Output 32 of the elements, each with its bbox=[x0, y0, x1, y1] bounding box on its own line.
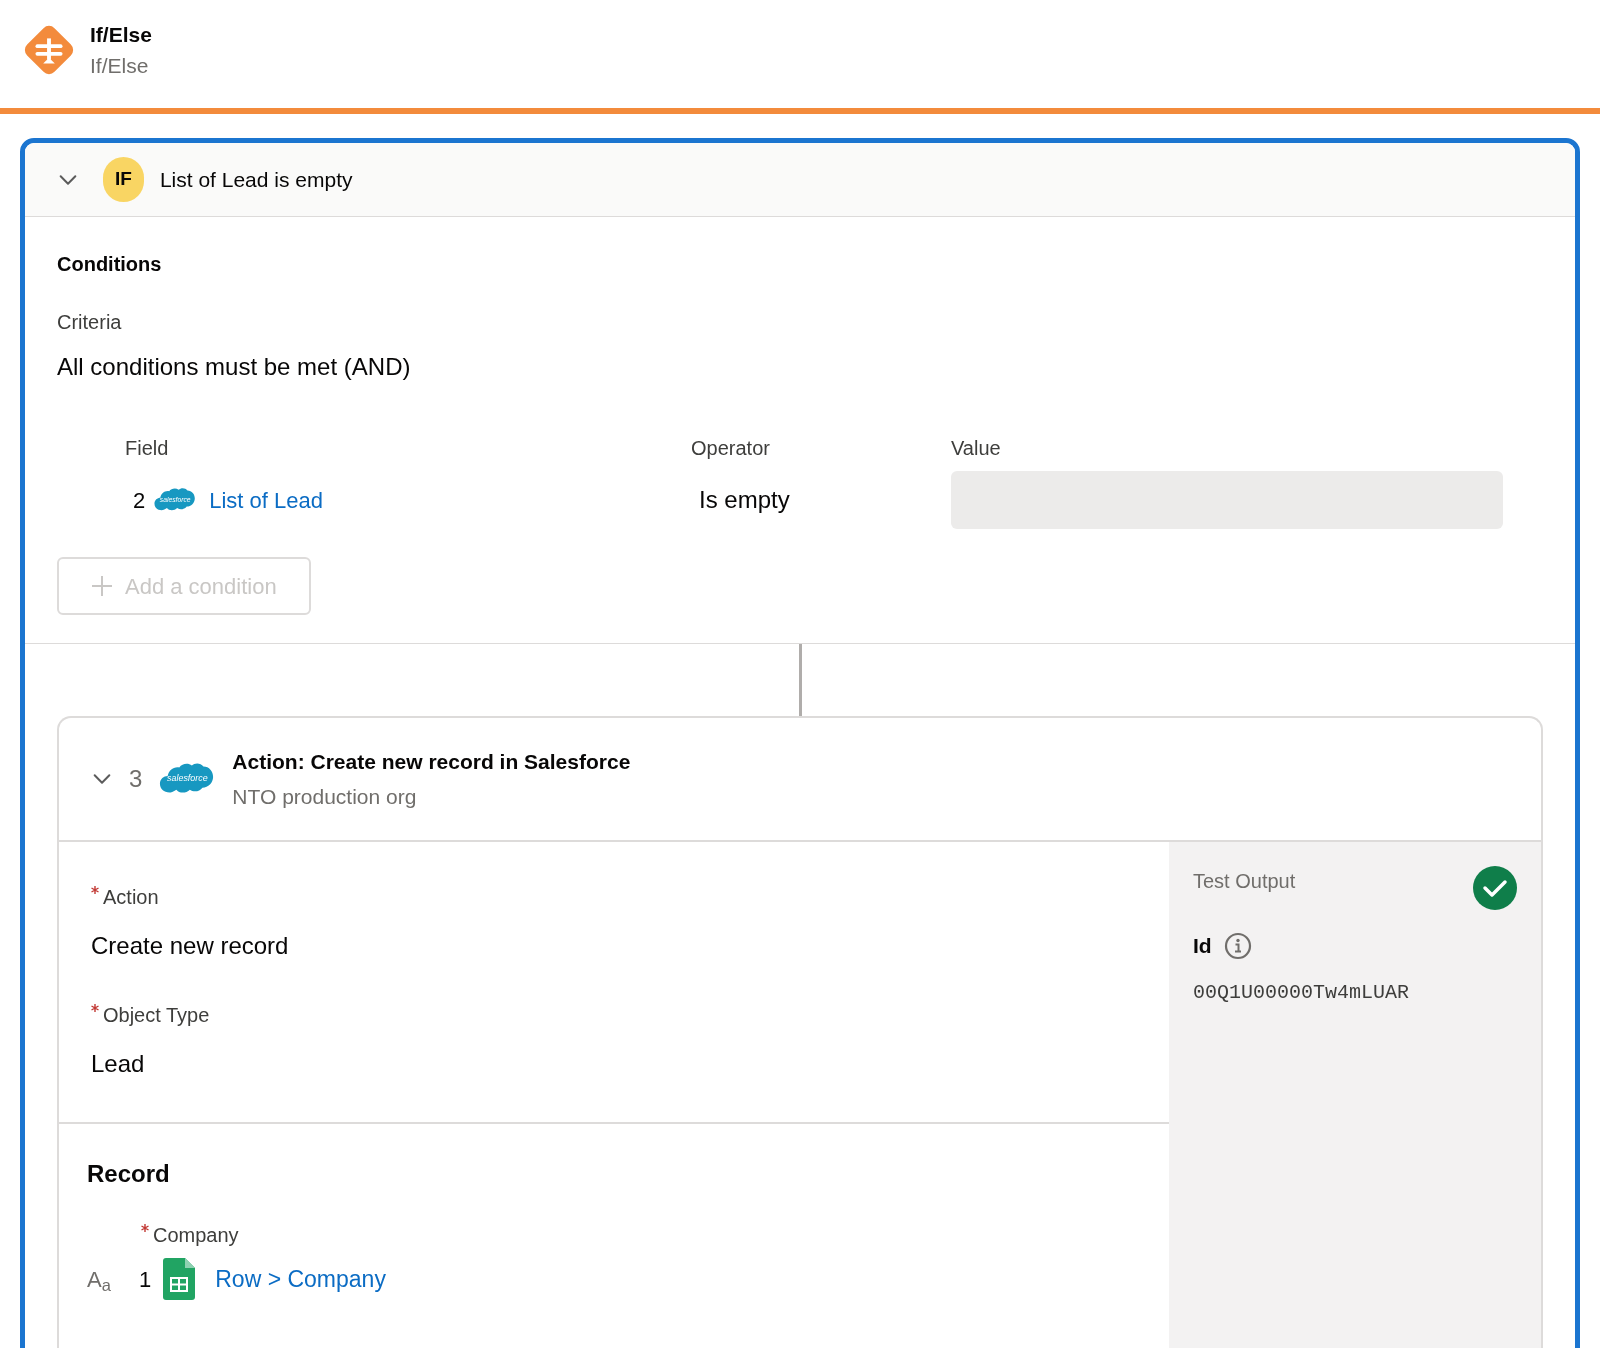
step-title: If/Else bbox=[90, 21, 152, 48]
field-label: Company bbox=[153, 1223, 239, 1248]
action-subtitle: NTO production org bbox=[232, 784, 418, 810]
step-number: 1 bbox=[139, 1265, 152, 1294]
plus-icon bbox=[91, 575, 113, 597]
column-header: Field bbox=[125, 436, 170, 461]
step-number: 3 bbox=[129, 764, 143, 794]
field-link[interactable]: Row > Company bbox=[215, 1261, 386, 1297]
spreadsheet-icon bbox=[163, 1258, 196, 1300]
record-heading: Record bbox=[87, 1159, 171, 1189]
criteria-value: All conditions must be met (AND) bbox=[57, 352, 412, 382]
step-number: 2 bbox=[133, 486, 146, 515]
text-type-glyph: A$_{a}$ bbox=[87, 1265, 112, 1296]
field-label: Object Type bbox=[103, 1003, 210, 1028]
output-field-value: 00Q1U00000Tw4mLUAR bbox=[1193, 979, 1411, 1006]
field-value: Create new record bbox=[91, 931, 290, 961]
test-output-title: Test Output bbox=[1193, 869, 1296, 894]
column-header: Value bbox=[951, 436, 1002, 461]
branch-summary: List of Lead is empty bbox=[159, 166, 353, 193]
field-value: Lead bbox=[91, 1049, 146, 1079]
info-icon[interactable] bbox=[1223, 931, 1252, 960]
action-title: Action: Create new record in Salesforce bbox=[232, 748, 631, 775]
if-badge: IF bbox=[103, 157, 144, 202]
operator-value: Is empty bbox=[699, 485, 791, 515]
logo-text: salesforce bbox=[167, 772, 208, 786]
step-subtitle: If/Else bbox=[90, 53, 150, 79]
column-header: Operator bbox=[691, 436, 771, 461]
field-label: Action bbox=[103, 885, 159, 910]
conditions-heading: Conditions bbox=[57, 252, 163, 277]
criteria-label: Criteria bbox=[57, 310, 123, 335]
output-field-label: Id bbox=[1193, 933, 1212, 959]
field-link[interactable]: List of Lead bbox=[209, 483, 323, 517]
